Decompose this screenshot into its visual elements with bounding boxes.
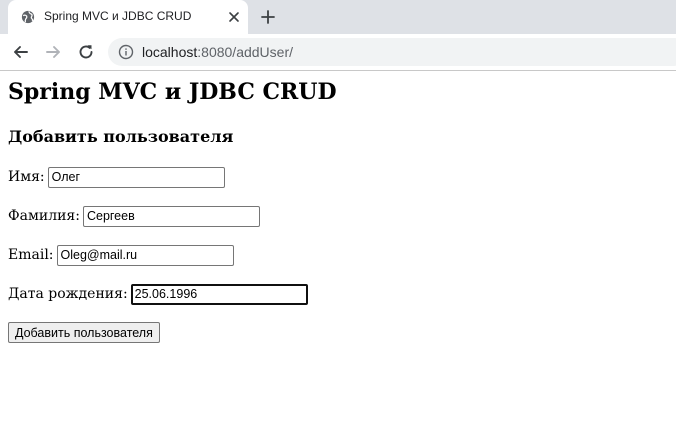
url-text[interactable]: localhost:8080/addUser/ — [142, 44, 293, 60]
browser-tabstrip: Spring MVC и JDBC CRUD — [0, 0, 676, 34]
info-icon[interactable] — [118, 44, 134, 60]
tab-title: Spring MVC и JDBC CRUD — [44, 9, 192, 23]
globe-icon — [21, 10, 35, 24]
page-title: Spring MVC и JDBC CRUD — [8, 79, 337, 105]
email-input[interactable] — [56, 244, 234, 266]
url-path: :8080/addUser/ — [197, 44, 293, 60]
email-label: Email: — [8, 247, 54, 263]
name-label: Имя: — [8, 169, 45, 185]
birth-date-label: Дата рождения: — [8, 286, 128, 302]
reload-icon[interactable] — [76, 42, 96, 62]
name-input[interactable] — [47, 166, 225, 188]
name-row: Имя: — [8, 166, 225, 188]
add-user-button[interactable]: Добавить пользователя — [8, 322, 160, 343]
close-icon[interactable] — [226, 9, 242, 25]
surname-label: Фамилия: — [8, 208, 80, 224]
forward-arrow-icon[interactable] — [43, 42, 63, 62]
url-host: localhost — [142, 44, 198, 60]
plus-icon[interactable] — [260, 9, 276, 25]
browser-toolbar: localhost:8080/addUser/ — [0, 34, 676, 71]
form-heading: Добавить пользователя — [8, 127, 234, 146]
email-row: Email: — [8, 244, 234, 266]
back-arrow-icon[interactable] — [11, 42, 31, 62]
birth-date-row: Дата рождения: — [8, 283, 308, 305]
surname-row: Фамилия: — [8, 205, 260, 227]
browser-tab[interactable]: Spring MVC и JDBC CRUD — [8, 0, 248, 34]
birth-date-input[interactable] — [130, 283, 308, 305]
address-bar[interactable]: localhost:8080/addUser/ — [108, 38, 676, 66]
page-content: Spring MVC и JDBC CRUD Добавить пользова… — [0, 71, 676, 444]
surname-input[interactable] — [82, 205, 260, 227]
